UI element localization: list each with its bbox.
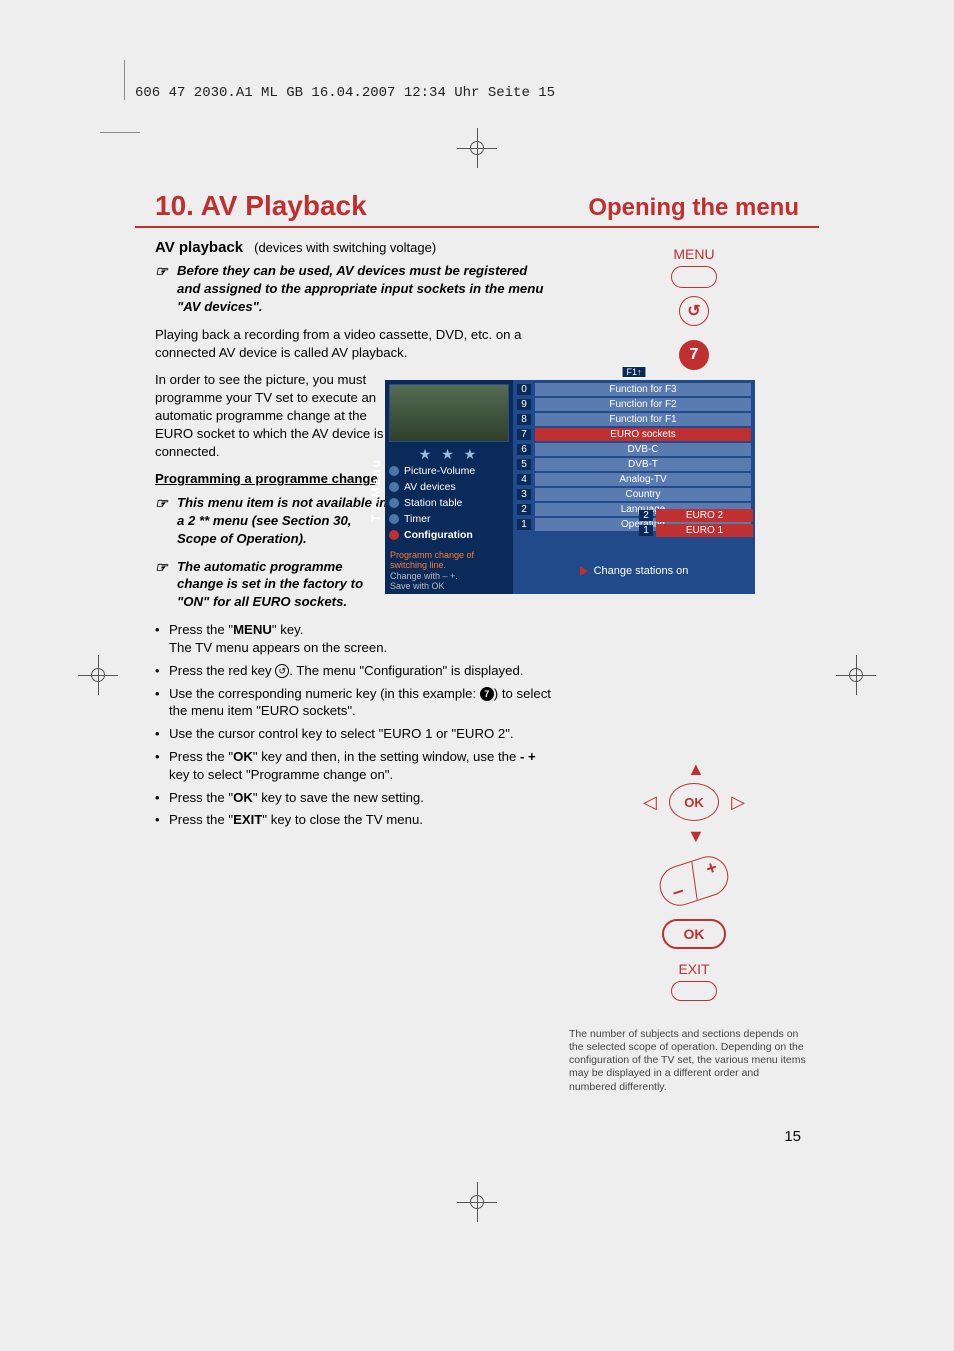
osd-hint: Programm change of switching line. Chang…	[385, 547, 513, 594]
osd-screenshot: TV-Menu ★ ★ ★ Picture-Volume AV devices …	[385, 380, 755, 594]
osd-config-row: 8Function for F1	[513, 412, 755, 427]
dpad-diagram: ▲ ▼ ◁ ▷ OK + – OK EXIT	[639, 763, 749, 1005]
exit-button-icon	[671, 981, 717, 1001]
menu-label: MENU	[569, 246, 819, 262]
step-press-ok-setting: • Press the "OK" key and then, in the se…	[155, 748, 551, 784]
pointer-icon: ☞	[155, 262, 177, 315]
ok-pill-icon: OK	[662, 919, 726, 949]
osd-preview-thumb	[389, 384, 509, 442]
step-cursor-select: • Use the cursor control key to select "…	[155, 725, 551, 743]
osd-menu-item: AV devices	[389, 479, 509, 495]
osd-side-tab: TV-Menu	[369, 458, 383, 522]
arrow-up-icon: ▲	[687, 759, 705, 780]
osd-config-row: 6DVB-C	[513, 442, 755, 457]
crop-mark	[100, 132, 140, 133]
osd-config-row: 0Function for F3	[513, 382, 755, 397]
paragraph: Playing back a recording from a video ca…	[155, 326, 551, 362]
step-press-ok-save: • Press the "OK" key to save the new set…	[155, 789, 551, 807]
page-number: 15	[784, 1128, 801, 1145]
crop-mark	[124, 60, 125, 100]
red-key-icon: ↺	[679, 296, 709, 326]
section-title: Opening the menu	[588, 194, 799, 222]
play-icon	[580, 566, 588, 576]
osd-euro-row: 1EURO 1	[637, 523, 755, 538]
step-press-red: • Press the red key ↺. The menu "Configu…	[155, 662, 551, 680]
footnote: The number of subjects and sections depe…	[569, 1028, 809, 1094]
osd-config-row: 4Analog-TV	[513, 472, 755, 487]
step-press-menu: • Press the "MENU" key. The TV menu appe…	[155, 621, 551, 657]
chapter-title: 10. AV Playback	[155, 190, 367, 222]
osd-menu-item: Timer	[389, 511, 509, 527]
note-factory-default: ☞ The automatic programme change is set …	[155, 558, 390, 611]
arrow-left-icon: ◁	[643, 792, 657, 813]
programming-heading: Programming a programme change	[155, 470, 390, 488]
osd-config-row: 3Country	[513, 487, 755, 502]
osd-badge: F1↑	[621, 366, 646, 378]
subheading: AV playback	[155, 239, 243, 256]
osd-config-row: 9Function for F2	[513, 397, 755, 412]
exit-label: EXIT	[639, 961, 749, 977]
arrow-down-icon: ▼	[687, 826, 705, 847]
menu-button-icon	[671, 266, 717, 288]
red-key-icon: ↺	[275, 664, 289, 678]
pointer-icon: ☞	[155, 494, 177, 547]
osd-menu-item: Station table	[389, 495, 509, 511]
subheading-note: (devices with switching voltage)	[254, 240, 436, 255]
title-rule	[135, 226, 819, 228]
arrow-right-icon: ▷	[731, 792, 745, 813]
osd-stars: ★ ★ ★	[389, 446, 509, 463]
note-not-available: ☞ This menu item is not available in a 2…	[155, 494, 390, 547]
numeric-key-icon: 7	[480, 687, 494, 701]
print-header: 606 47 2030.A1 ML GB 16.04.2007 12:34 Uh…	[135, 85, 555, 101]
note-before-use: ☞ Before they can be used, AV devices mu…	[155, 262, 551, 315]
plus-minus-icon: + –	[655, 851, 734, 911]
osd-footer: Change stations on	[513, 547, 755, 594]
step-press-exit: • Press the "EXIT" key to close the TV m…	[155, 811, 551, 829]
pointer-icon: ☞	[155, 558, 177, 611]
osd-config-row: 7EURO sockets	[513, 427, 755, 442]
osd-config-row: 5DVB-T	[513, 457, 755, 472]
osd-menu-item: Picture-Volume	[389, 463, 509, 479]
osd-euro-panel: 2EURO 2 1EURO 1	[637, 508, 755, 538]
osd-menu-item-selected: Configuration	[389, 527, 509, 543]
osd-euro-row: 2EURO 2	[637, 508, 755, 523]
ok-button-icon: OK	[669, 783, 719, 821]
paragraph: In order to see the picture, you must pr…	[155, 371, 390, 460]
num-key-icon: 7	[679, 340, 709, 370]
step-numeric-key: • Use the corresponding numeric key (in …	[155, 685, 551, 721]
